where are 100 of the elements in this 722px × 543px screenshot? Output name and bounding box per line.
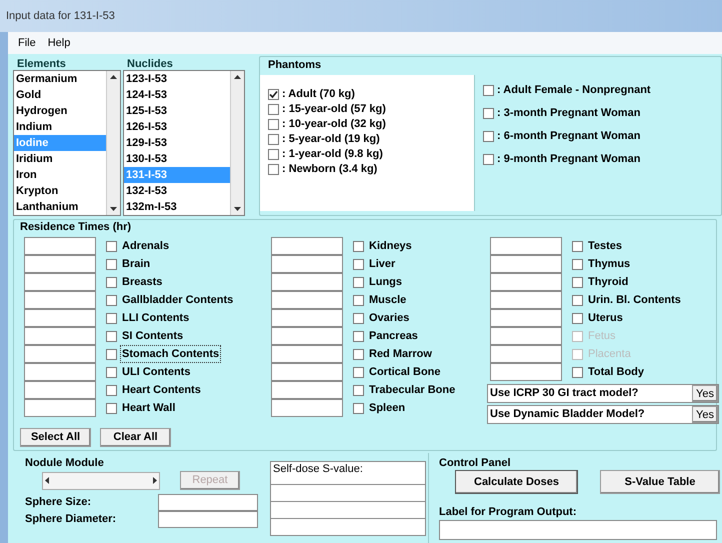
input-field[interactable] [24, 399, 96, 417]
scroll-up-icon[interactable] [234, 75, 241, 79]
checkbox[interactable] [106, 258, 117, 270]
scrollbar[interactable] [42, 472, 160, 490]
list-item[interactable]: Iron [14, 167, 106, 183]
input-field[interactable] [24, 345, 96, 363]
input-field[interactable] [24, 363, 96, 381]
input-field[interactable] [490, 291, 562, 309]
input-field[interactable] [490, 255, 562, 273]
input-field[interactable] [271, 291, 343, 309]
input-field[interactable] [490, 309, 562, 327]
scrollbar[interactable] [230, 71, 244, 215]
input-field[interactable] [24, 327, 96, 345]
checkbox[interactable] [572, 366, 583, 378]
checkbox[interactable] [483, 84, 494, 96]
checkbox[interactable] [353, 330, 364, 342]
list-item[interactable]: Iridium [14, 151, 106, 167]
input-field[interactable] [490, 345, 562, 363]
input-field[interactable] [271, 345, 343, 363]
list-item[interactable]: Krypton [14, 183, 106, 199]
input-field[interactable] [271, 255, 343, 273]
checkbox[interactable] [268, 164, 279, 174]
checkbox[interactable] [106, 366, 117, 378]
checkbox[interactable] [572, 294, 583, 306]
checkbox[interactable] [268, 88, 279, 100]
scroll-down-icon[interactable] [110, 207, 117, 211]
checkbox[interactable] [268, 118, 279, 130]
scroll-left-icon[interactable] [45, 477, 49, 484]
checkbox[interactable] [268, 148, 279, 160]
input-field[interactable] [271, 237, 343, 255]
input-field[interactable] [490, 237, 562, 255]
button[interactable]: Calculate Doses [455, 470, 578, 494]
checkbox[interactable] [353, 312, 364, 324]
checkbox[interactable] [353, 294, 364, 306]
checkbox[interactable] [572, 258, 583, 270]
checkbox[interactable] [106, 276, 117, 288]
checkbox[interactable] [483, 154, 494, 164]
list-item[interactable]: 132-I-53 [124, 183, 230, 199]
input-field[interactable] [24, 255, 96, 273]
checkbox[interactable] [106, 348, 117, 360]
list-item[interactable]: 123-I-53 [124, 71, 230, 87]
button[interactable]: S-Value Table [600, 470, 720, 494]
checkbox[interactable] [106, 402, 117, 414]
button[interactable]: Select All [20, 428, 91, 447]
input-field[interactable] [24, 381, 96, 399]
menu-item[interactable]: Help [46, 34, 72, 52]
input-field[interactable] [490, 363, 562, 381]
input-field[interactable] [271, 381, 343, 399]
scroll-down-icon[interactable] [234, 207, 241, 211]
checkbox[interactable] [106, 330, 117, 342]
input-field[interactable] [24, 237, 96, 255]
checkbox[interactable] [353, 384, 364, 396]
checkbox[interactable] [572, 276, 583, 288]
scroll-right-icon[interactable] [153, 477, 157, 484]
input-field[interactable] [271, 327, 343, 345]
input-field[interactable] [490, 327, 562, 345]
input-field[interactable] [158, 494, 258, 511]
list-item[interactable]: 129-I-53 [124, 135, 230, 151]
checkbox[interactable] [106, 312, 117, 324]
checkbox[interactable] [483, 108, 494, 118]
list-item[interactable]: 130-I-53 [124, 151, 230, 167]
input-field[interactable] [271, 363, 343, 381]
checkbox[interactable] [483, 130, 494, 142]
input-field[interactable] [271, 273, 343, 291]
checkbox[interactable] [106, 294, 117, 306]
list-item[interactable]: Indium [14, 119, 106, 135]
list-item[interactable]: Hydrogen [14, 103, 106, 119]
checkbox[interactable] [268, 104, 279, 114]
checkbox[interactable] [572, 240, 583, 252]
button[interactable]: Clear All [100, 428, 171, 447]
input-field[interactable] [24, 291, 96, 309]
checkbox[interactable] [106, 384, 117, 396]
input-field[interactable] [490, 273, 562, 291]
checkbox[interactable] [353, 276, 364, 288]
scrollbar[interactable] [106, 71, 120, 215]
list-item[interactable]: Gold [14, 87, 106, 103]
checkbox[interactable] [268, 134, 279, 144]
checkbox[interactable] [572, 312, 583, 324]
list-item[interactable]: Germanium [14, 71, 106, 87]
input-field[interactable] [24, 273, 96, 291]
checkbox[interactable] [353, 402, 364, 414]
input-field[interactable] [439, 520, 717, 540]
checkbox[interactable] [353, 240, 364, 252]
scroll-up-icon[interactable] [110, 75, 117, 79]
input-field[interactable] [271, 309, 343, 327]
list-item[interactable]: Lanthanium [14, 199, 106, 215]
list-item[interactable]: 132m-I-53 [124, 199, 230, 215]
list-item[interactable]: 124-I-53 [124, 87, 230, 103]
checkbox[interactable] [353, 366, 364, 378]
input-field[interactable] [24, 309, 96, 327]
list-item[interactable]: 125-I-53 [124, 103, 230, 119]
menu-item[interactable]: File [16, 34, 38, 52]
list-item[interactable]: 126-I-53 [124, 119, 230, 135]
button[interactable]: Yes [692, 385, 718, 402]
input-field[interactable] [158, 511, 258, 528]
checkbox[interactable] [353, 258, 364, 270]
button[interactable]: Yes [692, 406, 718, 423]
input-field[interactable] [271, 399, 343, 417]
checkbox[interactable] [106, 240, 117, 252]
checkbox[interactable] [353, 348, 364, 360]
